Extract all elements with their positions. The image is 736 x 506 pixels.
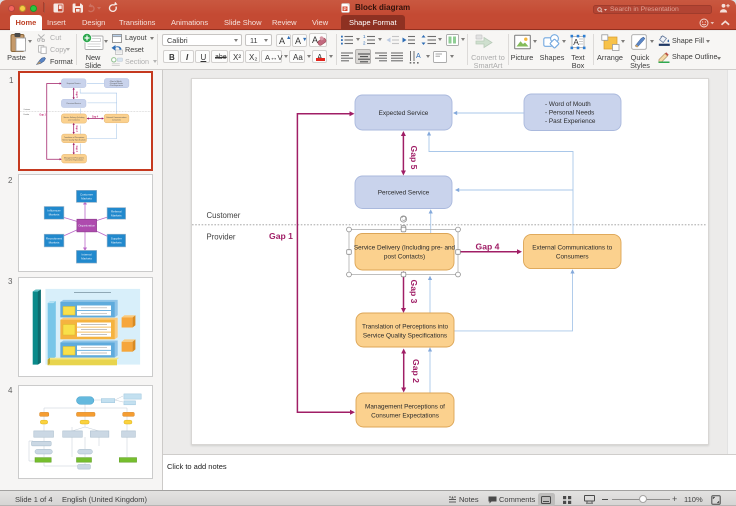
svg-text:Markets: Markets: [48, 241, 59, 245]
svg-text:Gap 2: Gap 2: [75, 145, 77, 152]
svg-text:- Personal Needs: - Personal Needs: [109, 83, 123, 85]
svg-text:Consumers: Consumers: [112, 119, 121, 121]
svg-text:Service Quality Specifications: Service Quality Specifications: [363, 333, 447, 340]
svg-text:Gap 4: Gap 4: [92, 115, 99, 118]
svg-text:Gap 4: Gap 4: [476, 242, 500, 252]
svg-text:Service Delivery (Including pr: Service Delivery (Including pre- and: [354, 245, 456, 252]
svg-text:Expected Service: Expected Service: [379, 110, 429, 117]
svg-text:Management Perceptions of: Management Perceptions of: [365, 404, 445, 411]
svg-text:Customer: Customer: [207, 211, 241, 220]
svg-text:Markets: Markets: [81, 257, 92, 261]
svg-text:2: 2: [363, 40, 366, 45]
svg-text:Gap 5: Gap 5: [75, 91, 77, 98]
svg-text:Gap 3: Gap 3: [75, 125, 77, 132]
svg-text:1: 1: [363, 35, 366, 39]
svg-text:- Past Experience: - Past Experience: [545, 118, 596, 125]
svg-text:Customer: Customer: [24, 107, 31, 110]
svg-text:Gap 5: Gap 5: [409, 146, 419, 170]
svg-text:Gap 1: Gap 1: [269, 231, 293, 241]
svg-text:P: P: [343, 6, 346, 11]
svg-text:Service Delivery (Including: Service Delivery (Including: [63, 117, 84, 119]
svg-text:Consumers: Consumers: [556, 254, 589, 261]
svg-text:Translation of Perceptions int: Translation of Perceptions into: [362, 324, 449, 331]
svg-text:post Contacts): post Contacts): [384, 254, 425, 261]
svg-text:Perceived Service: Perceived Service: [67, 102, 81, 104]
svg-text:Organization: Organization: [78, 224, 95, 228]
svg-text:A: A: [416, 53, 421, 60]
svg-text:Provider: Provider: [207, 233, 236, 242]
svg-text:Markets: Markets: [48, 213, 59, 217]
svg-text:Gap 3: Gap 3: [409, 280, 419, 304]
svg-text:External Communications to: External Communications to: [532, 245, 612, 252]
svg-text:Perceived Service: Perceived Service: [378, 190, 430, 197]
svg-text:Consumer Expectations: Consumer Expectations: [371, 413, 439, 420]
svg-text:Markets: Markets: [110, 214, 121, 218]
svg-text:Provider: Provider: [24, 113, 30, 116]
svg-text:- Personal Needs: - Personal Needs: [545, 110, 594, 117]
svg-text:Markets: Markets: [110, 241, 121, 245]
svg-text:Markets: Markets: [81, 197, 92, 201]
svg-text:- Word of Mouth: - Word of Mouth: [545, 101, 591, 108]
svg-text:Gap 2: Gap 2: [411, 359, 421, 383]
svg-text:A: A: [573, 37, 579, 47]
svg-text:Gap 1: Gap 1: [39, 114, 46, 116]
